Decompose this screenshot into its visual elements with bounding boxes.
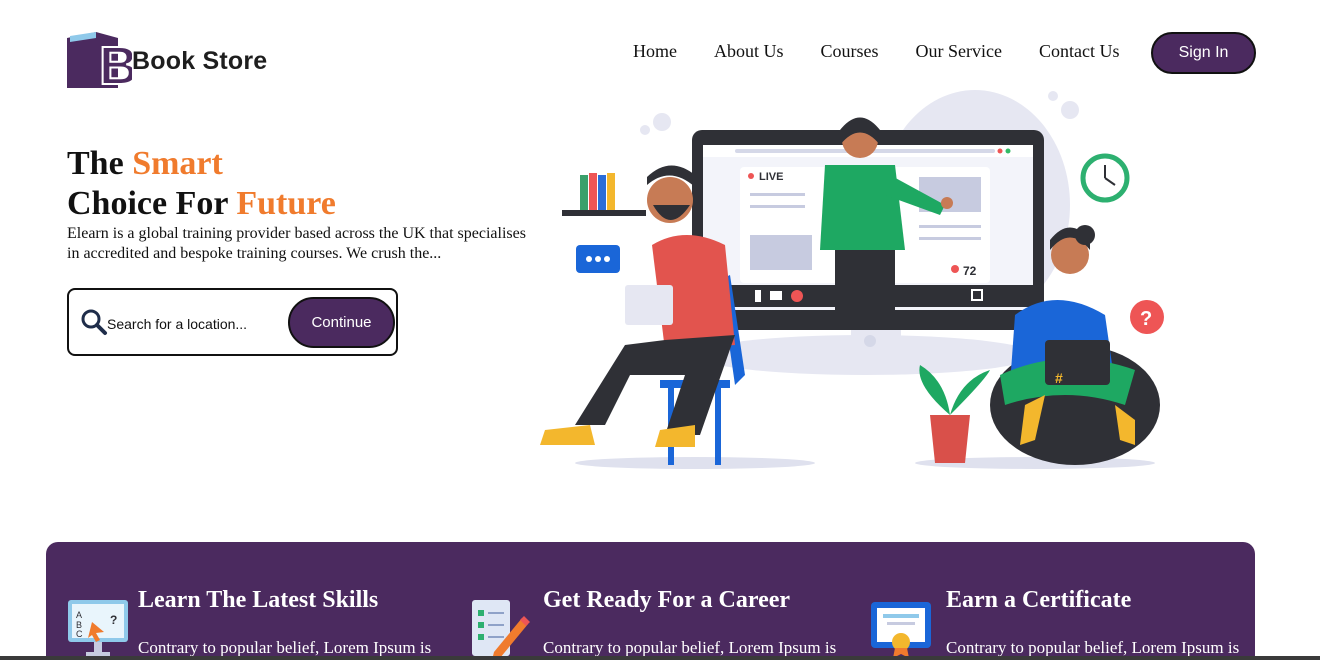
checklist-pencil-icon xyxy=(472,600,530,660)
window-scrollbar-edge xyxy=(0,656,1320,660)
feature-title: Get Ready For a Career xyxy=(543,587,791,613)
main-nav: Home About Us Courses Our Service Contac… xyxy=(633,41,1156,62)
svg-text:#: # xyxy=(1055,370,1063,386)
svg-text:LIVE: LIVE xyxy=(759,171,783,183)
brand-name: Book Store xyxy=(132,46,268,75)
feature-career: Get Ready For a Career Contrary to popul… xyxy=(446,542,849,660)
hero-description: Elearn is a global training provider bas… xyxy=(67,225,526,262)
feature-certificate: Earn a Certificate Contrary to popular b… xyxy=(849,542,1255,660)
hero-title: The Smart Choice For Future xyxy=(67,144,336,224)
nav-contact-us[interactable]: Contact Us xyxy=(1039,41,1120,62)
certificate-icon xyxy=(871,602,931,658)
hero-title-line1: The Smart xyxy=(67,145,223,182)
svg-text:A: A xyxy=(76,610,82,620)
location-search-box: Continue xyxy=(67,288,398,356)
feature-text: Contrary to popular belief, Lorem Ipsum … xyxy=(543,638,837,657)
book-logo-icon: B xyxy=(67,32,132,90)
nav-about-us[interactable]: About Us xyxy=(714,41,784,62)
online-class-illustration: LIVE 72 ? # xyxy=(540,90,1164,469)
nav-home[interactable]: Home xyxy=(633,41,677,62)
svg-text:B: B xyxy=(99,36,132,90)
svg-text:72: 72 xyxy=(963,264,977,278)
feature-title: Earn a Certificate xyxy=(946,587,1132,613)
feature-title: Learn The Latest Skills xyxy=(138,587,379,613)
nav-courses[interactable]: Courses xyxy=(821,41,879,62)
features-band: A B C ? Learn The Latest Skills Contrary… xyxy=(46,542,1255,660)
hero-title-line2: Choice For Future xyxy=(67,185,336,222)
svg-text:?: ? xyxy=(110,613,117,627)
search-icon[interactable] xyxy=(80,308,108,336)
feature-text: Contrary to popular belief, Lorem Ipsum … xyxy=(946,638,1240,657)
sign-in-button[interactable]: Sign In xyxy=(1151,32,1256,74)
brand-logo[interactable]: B Book Store xyxy=(66,32,267,90)
feature-learn-skills: A B C ? Learn The Latest Skills Contrary… xyxy=(46,542,446,660)
svg-text:?: ? xyxy=(1140,308,1152,330)
svg-text:C: C xyxy=(76,629,83,639)
abc-lesson-icon: A B C ? xyxy=(68,600,128,656)
continue-button[interactable]: Continue xyxy=(288,297,395,348)
search-input[interactable] xyxy=(107,316,287,332)
nav-our-service[interactable]: Our Service xyxy=(916,41,1002,62)
feature-text: Contrary to popular belief, Lorem Ipsum … xyxy=(138,638,432,657)
